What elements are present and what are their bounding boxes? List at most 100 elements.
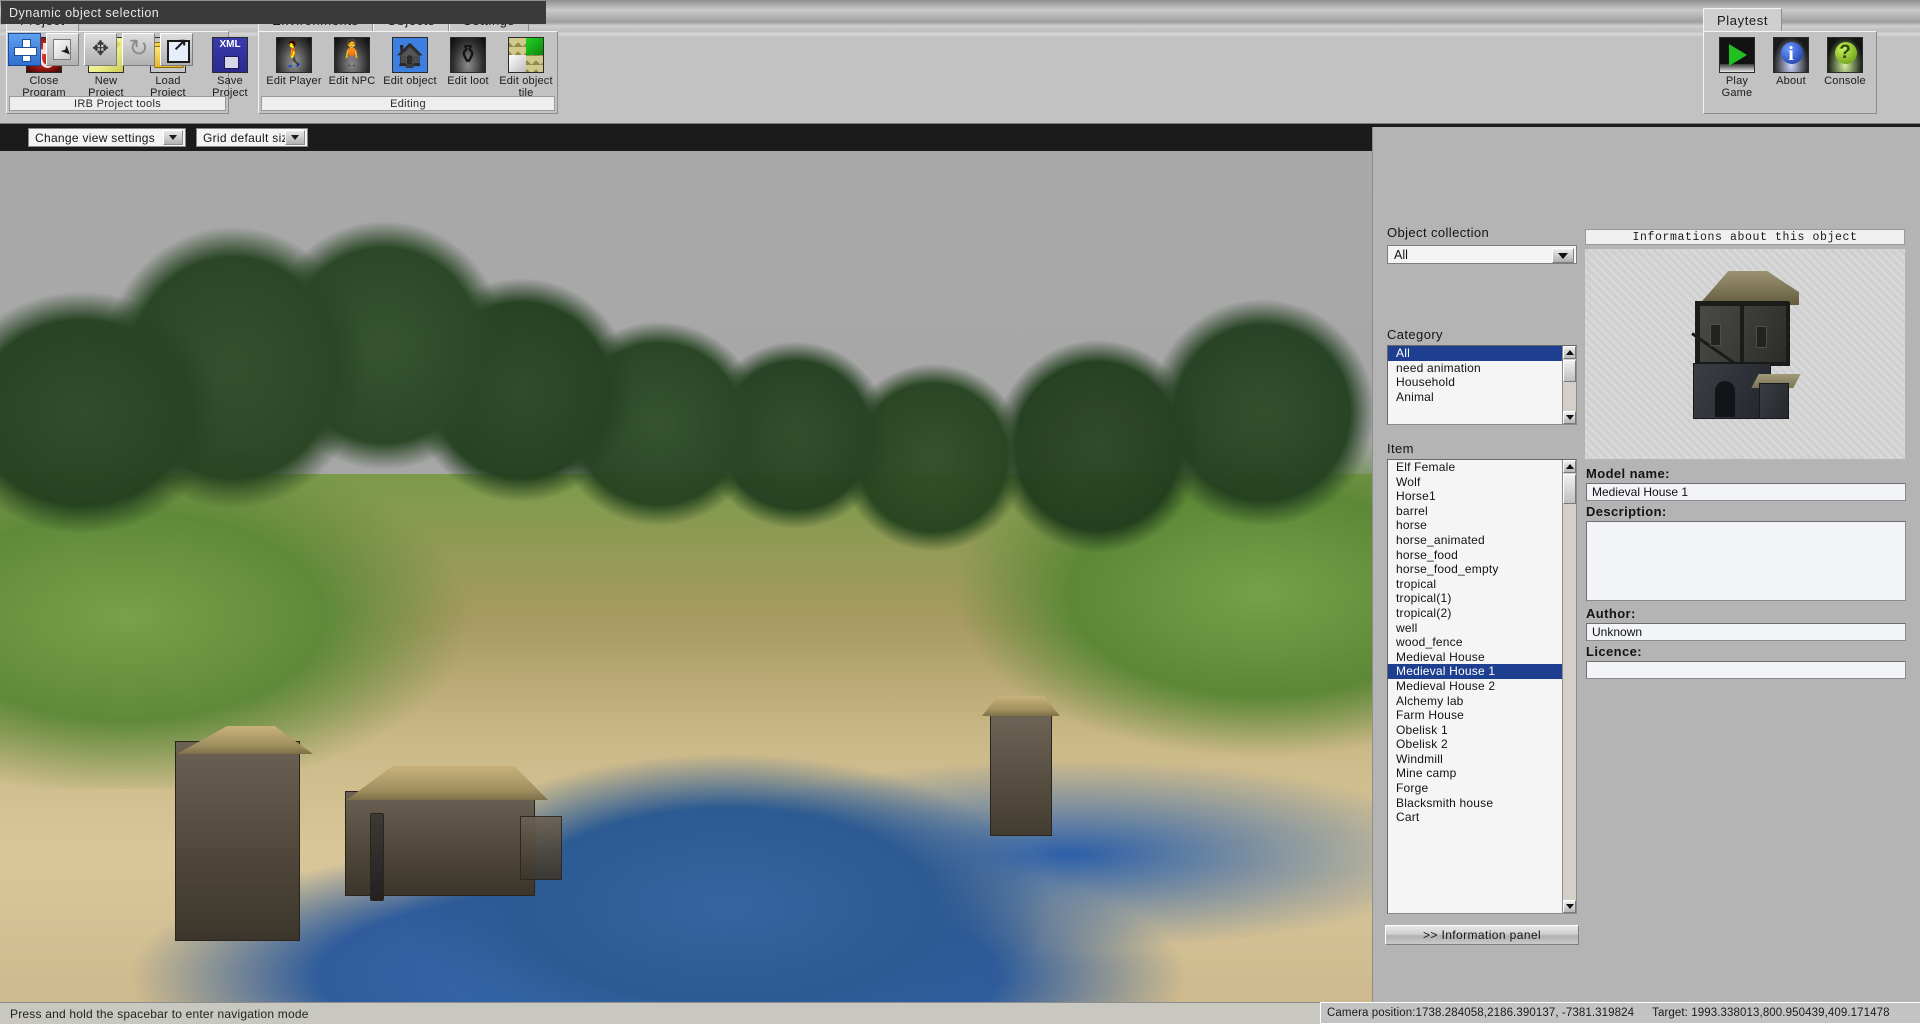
console-button[interactable]: Console: [1818, 37, 1872, 93]
list-item[interactable]: Mine camp: [1388, 766, 1562, 781]
list-item[interactable]: Medieval House: [1388, 650, 1562, 665]
list-item[interactable]: horse_food: [1388, 548, 1562, 563]
category-item-household[interactable]: Household: [1388, 375, 1562, 390]
list-item[interactable]: Medieval House 2: [1388, 679, 1562, 694]
about-label: About: [1764, 75, 1818, 87]
list-item[interactable]: barrel: [1388, 504, 1562, 519]
category-scroll-thumb[interactable]: [1563, 360, 1576, 382]
list-item-selected[interactable]: Medieval House 1: [1388, 664, 1562, 679]
item-scrollbar[interactable]: [1562, 460, 1576, 913]
placed-obelisk[interactable]: [370, 813, 384, 901]
tab-playtest[interactable]: Playtest: [1703, 8, 1782, 32]
editing-group-body: Edit Player Edit NPC Edit object Edit lo…: [258, 31, 558, 114]
edit-object-tile-button[interactable]: Edit object tile: [497, 37, 555, 99]
scroll-up-icon[interactable]: [1563, 346, 1576, 359]
item-listbox[interactable]: Elf Female Wolf Horse1 barrel horse hors…: [1387, 459, 1577, 914]
play-game-label-line1: Play: [1726, 75, 1748, 87]
camera-position-value: 1738.284058,2186.390137, -7381.319824: [1416, 1007, 1635, 1019]
save-project-label-line1: Save: [217, 75, 243, 87]
list-item[interactable]: Obelisk 2: [1388, 737, 1562, 752]
object-collection-dropdown[interactable]: All: [1387, 245, 1577, 264]
scroll-down-icon[interactable]: [1563, 900, 1576, 913]
load-project-label-line1: Load: [155, 75, 180, 87]
target-value: 1993.338013,800.950439,409.171478: [1691, 1007, 1889, 1019]
list-item[interactable]: tropical: [1388, 577, 1562, 592]
about-button[interactable]: About: [1764, 37, 1818, 93]
list-item[interactable]: Windmill: [1388, 752, 1562, 767]
list-item[interactable]: tropical(1): [1388, 591, 1562, 606]
category-item-all[interactable]: All: [1388, 346, 1562, 361]
object-preview-image: [1585, 249, 1905, 459]
category-item-animal[interactable]: Animal: [1388, 390, 1562, 405]
category-scrollbar[interactable]: [1562, 346, 1576, 424]
edit-object-button[interactable]: Edit object: [381, 37, 439, 93]
author-label: Author:: [1586, 606, 1636, 621]
chevron-down-icon[interactable]: [285, 130, 305, 145]
project-group-caption: IRB Project tools: [9, 96, 226, 111]
author-field[interactable]: Unknown: [1586, 623, 1906, 641]
xml-floppy-icon: [212, 37, 248, 73]
viewport-status-text: Press and hold the spacebar to enter nav…: [10, 1007, 309, 1021]
category-list-inner: All need animation Household Animal: [1388, 346, 1562, 424]
preview-beam: [1786, 302, 1790, 366]
list-item[interactable]: Elf Female: [1388, 460, 1562, 475]
move-object-tool-button[interactable]: [84, 33, 117, 66]
list-item[interactable]: Horse1: [1388, 489, 1562, 504]
list-item[interactable]: well: [1388, 621, 1562, 636]
chevron-down-icon[interactable]: [1552, 248, 1574, 263]
list-item[interactable]: Cart: [1388, 810, 1562, 825]
scale-object-tool-button[interactable]: [160, 33, 193, 66]
category-listbox[interactable]: All need animation Household Animal: [1387, 345, 1577, 425]
placed-house-left[interactable]: [175, 741, 300, 941]
list-item-partial[interactable]: [1388, 825, 1562, 840]
licence-field[interactable]: [1586, 661, 1906, 679]
category-item-need-animation[interactable]: need animation: [1388, 361, 1562, 376]
edit-player-button[interactable]: Edit Player: [265, 37, 323, 93]
preview-building: [1693, 271, 1791, 417]
description-field[interactable]: [1586, 521, 1906, 601]
console-label: Console: [1818, 75, 1872, 87]
list-item[interactable]: Wolf: [1388, 475, 1562, 490]
item-list-inner: Elf Female Wolf Horse1 barrel horse hors…: [1388, 460, 1562, 913]
preview-window: [1710, 324, 1721, 346]
licence-label: Licence:: [1586, 644, 1642, 659]
add-object-tool-button[interactable]: [8, 33, 41, 66]
list-item[interactable]: horse: [1388, 518, 1562, 533]
item-scroll-thumb[interactable]: [1563, 474, 1576, 504]
information-panel-button[interactable]: >> Information panel: [1385, 925, 1579, 945]
list-item[interactable]: Farm House: [1388, 708, 1562, 723]
panel-title-text: Dynamic object selection: [9, 6, 159, 20]
grid-default-size-dropdown[interactable]: Grid default size: [196, 128, 308, 147]
model-name-field[interactable]: Medieval House 1: [1586, 483, 1906, 501]
category-label: Category: [1387, 327, 1443, 342]
list-item[interactable]: Blacksmith house: [1388, 796, 1562, 811]
loot-icon: [450, 37, 486, 73]
preview-window: [1756, 326, 1767, 348]
edit-npc-button[interactable]: Edit NPC: [323, 37, 381, 93]
list-item[interactable]: Obelisk 1: [1388, 723, 1562, 738]
play-game-button[interactable]: Play Game: [1710, 37, 1764, 99]
list-item[interactable]: horse_animated: [1388, 533, 1562, 548]
list-item[interactable]: tropical(2): [1388, 606, 1562, 621]
change-view-settings-dropdown[interactable]: Change view settings: [28, 128, 186, 147]
object-info-header-text: Informations about this object: [1632, 231, 1857, 244]
scene-viewport[interactable]: [0, 151, 1372, 1002]
category-item-partial[interactable]: [1388, 404, 1562, 419]
save-project-button[interactable]: Save Project: [199, 37, 261, 99]
select-object-tool-button[interactable]: [46, 33, 79, 66]
author-value: Unknown: [1592, 625, 1642, 639]
placed-tower[interactable]: [990, 706, 1052, 836]
forest-trees: [0, 177, 1372, 739]
placed-shed[interactable]: [520, 816, 562, 880]
new-project-label-line1: New: [95, 75, 118, 87]
list-item[interactable]: horse_food_empty: [1388, 562, 1562, 577]
list-item[interactable]: wood_fence: [1388, 635, 1562, 650]
edit-loot-button[interactable]: Edit loot: [439, 37, 497, 93]
chevron-down-icon[interactable]: [163, 130, 183, 145]
rotate-object-tool-button[interactable]: [122, 33, 155, 66]
play-game-label-line2: Game: [1722, 87, 1753, 99]
list-item[interactable]: Forge: [1388, 781, 1562, 796]
scroll-down-icon[interactable]: [1563, 411, 1576, 424]
list-item[interactable]: Alchemy lab: [1388, 694, 1562, 709]
scroll-up-icon[interactable]: [1563, 460, 1576, 473]
